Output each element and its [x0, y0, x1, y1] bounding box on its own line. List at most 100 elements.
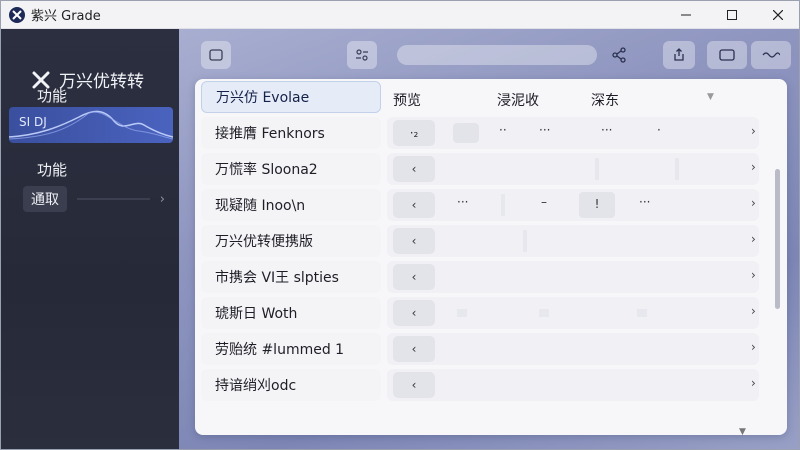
row-first-cell[interactable]: ‹ — [393, 192, 435, 218]
sort-down-icon[interactable]: ▼ — [707, 92, 714, 102]
chevron-right-icon[interactable]: › — [751, 232, 756, 246]
row-cell-box — [453, 123, 479, 143]
view-toggle-button[interactable] — [707, 41, 747, 69]
chevron-right-icon[interactable]: › — [751, 124, 756, 138]
sidebar-item-label: SI DJ — [19, 115, 47, 129]
sidebar-section-title-2: 功能 — [37, 161, 68, 179]
row-name: 现疑随 Inoo\n — [201, 189, 381, 221]
row-cell-placeholder — [501, 194, 505, 216]
row-first-cell[interactable]: ‹ — [393, 300, 435, 326]
list-item-selected[interactable]: 万兴仿 Evolae — [201, 81, 381, 113]
window-view-button[interactable] — [201, 41, 231, 69]
row-cell: ·· — [499, 123, 507, 137]
row-name: 劳贻统 #lummed 1 — [201, 333, 381, 365]
more-icon — [762, 52, 780, 58]
list-panel: 万兴仿 Evolae 预览 浸泥收 深东 ▼ 接推膺 Fenknors ·₂ ·… — [195, 79, 787, 435]
vertical-scrollbar[interactable] — [775, 169, 780, 309]
view-icon — [719, 49, 735, 61]
sidebar-item-active[interactable]: SI DJ — [9, 107, 173, 143]
row-name: 琥斯日 Woth — [201, 297, 381, 329]
window-icon — [209, 49, 223, 61]
table-header-row: 万兴仿 Evolae 预览 浸泥收 深东 ▼ — [195, 79, 787, 115]
settings-icon — [356, 49, 368, 61]
main-area: 万兴仿 Evolae 预览 浸泥收 深东 ▼ 接推膺 Fenknors ·₂ ·… — [179, 29, 799, 449]
chevron-right-icon[interactable]: › — [751, 340, 756, 354]
sidebar-select[interactable]: 通取 › — [23, 186, 171, 212]
column-header-2[interactable]: 浸泥收 — [497, 90, 539, 110]
row-cell: · — [657, 123, 661, 137]
window-title: 紫兴 Grade — [31, 9, 101, 24]
row-name: 市携会 VI王 slpties — [201, 261, 381, 293]
chevron-right-icon[interactable]: › — [751, 376, 756, 390]
chevron-right-icon[interactable]: › — [751, 268, 756, 282]
row-cells — [387, 189, 759, 221]
row-name: 接推膺 Fenknors — [201, 117, 381, 149]
row-cells — [387, 369, 759, 401]
row-cells — [387, 261, 759, 293]
maximize-icon — [727, 9, 737, 20]
row-name: 持谙绡刈odc — [201, 369, 381, 401]
chevron-right-icon[interactable]: › — [751, 196, 756, 210]
chevron-right-icon[interactable]: › — [751, 160, 756, 174]
sidebar-section-title: 功能 — [37, 87, 68, 105]
row-first-cell[interactable]: ‹ — [393, 264, 435, 290]
row-first-cell[interactable]: ·₂ — [393, 120, 435, 146]
row-cell: ··· — [601, 123, 613, 137]
row-first-cell[interactable]: ‹ — [393, 336, 435, 362]
row-cell: ··· — [539, 123, 551, 137]
table-row[interactable]: 万兴优转便携版 ‹ › — [195, 223, 787, 259]
row-name: 万兴优转便携版 — [201, 225, 381, 257]
table-row[interactable]: 接推膺 Fenknors ·₂ ·· ··· ··· · › — [195, 115, 787, 151]
row-cell-placeholder — [523, 230, 527, 252]
minimize-icon — [681, 14, 691, 15]
close-icon — [773, 9, 783, 20]
maximize-button[interactable] — [709, 1, 755, 29]
row-cells — [387, 117, 759, 149]
row-cell-placeholder — [457, 309, 467, 317]
settings-button[interactable] — [347, 41, 377, 69]
sidebar-select-track — [77, 198, 150, 200]
sidebar: 万兴优转转 功能 SI DJ 功能 通取 › — [1, 29, 179, 449]
window-controls — [663, 1, 799, 29]
table-row[interactable]: 市携会 VI王 slpties ‹ › — [195, 259, 787, 295]
minimize-button[interactable] — [663, 1, 709, 29]
brand-name: 万兴优转转 — [59, 72, 144, 92]
export-button[interactable] — [663, 41, 695, 69]
row-cell: ··· — [639, 195, 651, 209]
chevron-right-icon: › — [159, 191, 165, 207]
title-bar: 紫兴 Grade — [1, 1, 799, 29]
search-input[interactable] — [397, 45, 597, 65]
column-header-preview[interactable]: 预览 — [393, 90, 421, 110]
column-header-3[interactable]: 深东 — [591, 90, 619, 110]
row-cell: – — [541, 195, 547, 209]
row-cell-placeholder — [539, 309, 549, 317]
close-button[interactable] — [755, 1, 799, 29]
scroll-down-icon[interactable]: ▼ — [739, 427, 746, 437]
app-window: 紫兴 Grade 万兴优转转 功能 SI DJ 功能 通取 › 万兴仿 Evol… — [0, 0, 800, 450]
row-cell-placeholder — [637, 309, 647, 317]
row-cell-highlight[interactable]: ! — [579, 192, 615, 218]
export-icon — [674, 48, 684, 61]
row-cells — [387, 297, 759, 329]
toolbar — [179, 29, 799, 79]
row-cells — [387, 153, 759, 185]
table-row[interactable]: 万慌率 Sloona2 ‹ › — [195, 151, 787, 187]
row-first-cell[interactable]: ‹ — [393, 156, 435, 182]
table-row[interactable]: 劳贻统 #lummed 1 ‹ › — [195, 331, 787, 367]
share-button[interactable] — [611, 47, 627, 67]
table-row[interactable]: 琥斯日 Woth ‹ › — [195, 295, 787, 331]
app-logo-icon — [9, 6, 25, 23]
table-row[interactable]: 持谙绡刈odc ‹ › — [195, 367, 787, 403]
share-icon — [612, 47, 626, 63]
row-cell-placeholder — [675, 158, 679, 180]
row-cells — [387, 333, 759, 365]
row-first-cell[interactable]: ‹ — [393, 228, 435, 254]
row-cell-placeholder — [595, 158, 599, 180]
chevron-right-icon[interactable]: › — [751, 304, 756, 318]
row-cells — [387, 225, 759, 257]
row-cell: ··· — [457, 195, 469, 209]
more-button[interactable] — [751, 41, 791, 69]
row-first-cell[interactable]: ‹ — [393, 372, 435, 398]
table-row[interactable]: 现疑随 Inoo\n ‹ ··· – ! ··· › — [195, 187, 787, 223]
sidebar-select-label: 通取 — [23, 186, 67, 212]
